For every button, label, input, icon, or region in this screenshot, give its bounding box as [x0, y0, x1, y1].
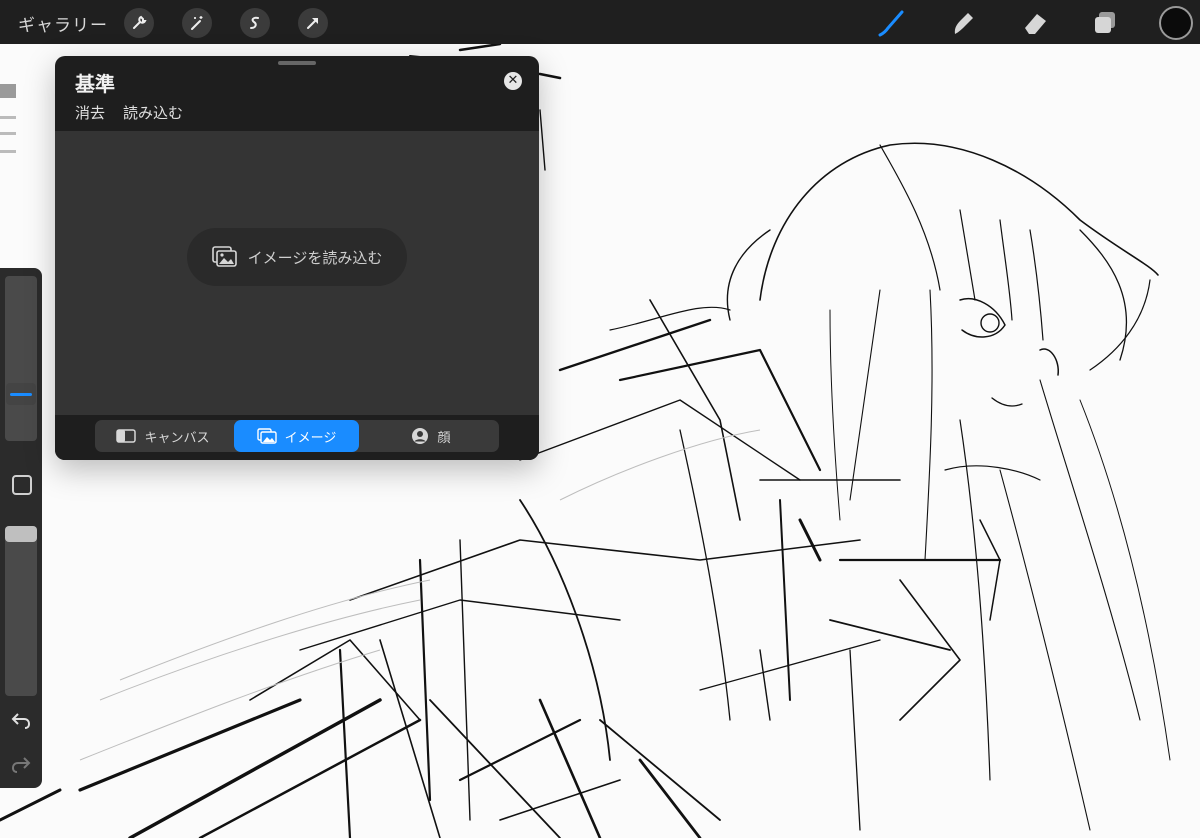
panel-grabber[interactable] — [278, 61, 316, 65]
opacity-thumb[interactable] — [5, 526, 37, 542]
image-icon — [211, 246, 237, 267]
reference-panel: 基準 ✕ 消去 読み込む イメージを読み込む キャンバス イメージ 顔 — [55, 56, 539, 460]
import-image-button[interactable]: イメージを読み込む — [187, 228, 407, 286]
edge-line — [0, 150, 16, 153]
magic-wand-icon[interactable] — [182, 8, 212, 38]
brush-size-slider[interactable] — [5, 276, 37, 441]
gallery-button[interactable]: ギャラリー — [18, 11, 108, 36]
edge-line — [0, 132, 16, 135]
layers-icon[interactable] — [1090, 8, 1120, 38]
panel-footer: キャンバス イメージ 顔 — [55, 415, 539, 460]
smudge-icon[interactable] — [948, 8, 978, 38]
color-picker-button[interactable] — [1159, 6, 1193, 40]
eraser-icon[interactable] — [1020, 8, 1050, 38]
brush-icon[interactable] — [876, 8, 906, 38]
clear-button[interactable]: 消去 — [75, 102, 105, 123]
canvas-icon — [116, 429, 137, 443]
redo-icon[interactable] — [9, 752, 33, 776]
modify-button[interactable] — [12, 475, 32, 495]
close-icon[interactable]: ✕ — [504, 72, 522, 90]
panel-title: 基準 — [75, 72, 115, 96]
top-toolbar: ギャラリー — [0, 0, 1200, 44]
import-image-label: イメージを読み込む — [247, 248, 383, 267]
left-sidebar — [0, 268, 42, 788]
edge-block — [0, 84, 16, 98]
opacity-slider[interactable] — [5, 526, 37, 696]
image-icon — [256, 428, 277, 444]
selection-icon[interactable] — [240, 8, 270, 38]
tab-image-label: イメージ — [284, 430, 337, 446]
reference-preview-area: イメージを読み込む — [55, 131, 539, 415]
tab-face[interactable]: 顔 — [363, 420, 499, 452]
undo-icon[interactable] — [9, 708, 33, 732]
face-icon — [412, 428, 429, 444]
edge-line — [0, 116, 16, 119]
tab-canvas-label: キャンバス — [144, 430, 210, 446]
brush-size-thumb[interactable] — [6, 383, 36, 406]
wrench-icon[interactable] — [124, 8, 154, 38]
tab-canvas[interactable]: キャンバス — [95, 420, 231, 452]
reference-mode-tabs: キャンバス イメージ 顔 — [95, 420, 499, 452]
import-button[interactable]: 読み込む — [123, 102, 183, 123]
tab-face-label: 顔 — [437, 430, 451, 446]
tab-image[interactable]: イメージ — [234, 420, 359, 452]
arrow-icon[interactable] — [298, 8, 328, 38]
